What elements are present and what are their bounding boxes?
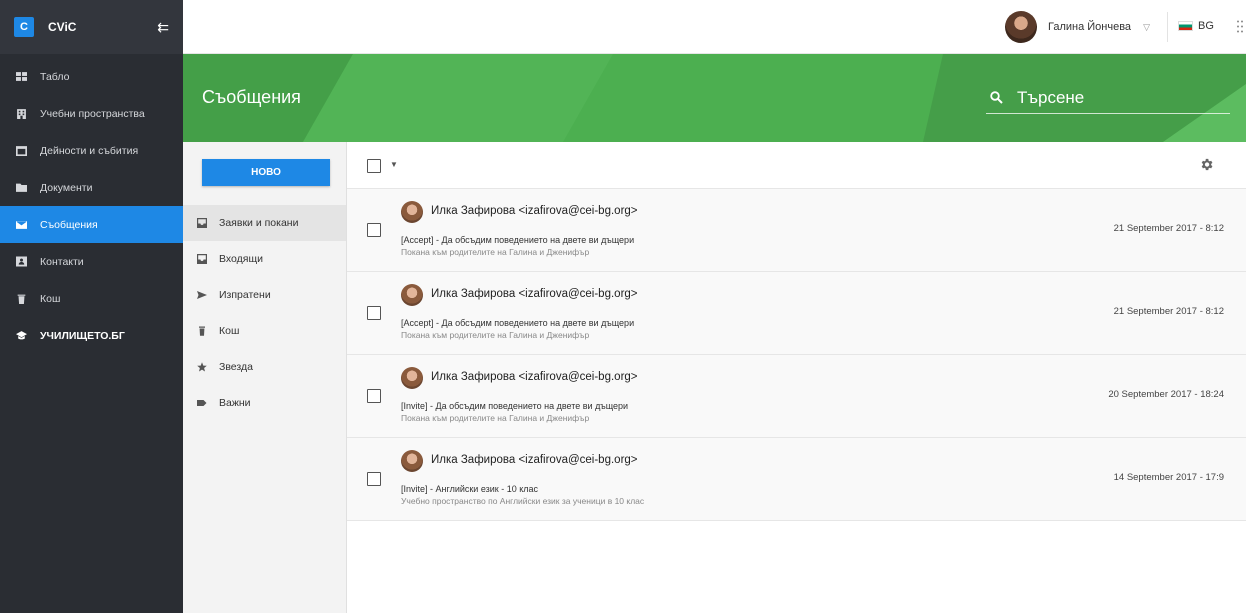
sidebar-item-label: Контакти — [40, 255, 84, 268]
trash-icon — [12, 293, 30, 304]
message-sender: Илка Зафирова <izafirova@cei-bg.org> — [431, 371, 638, 383]
new-message-button[interactable]: НОВО — [202, 159, 330, 186]
message-preview: Учебно пространство по Английски език за… — [401, 496, 645, 506]
message-list: ▼ Илка Зафирова <izafirova@cei-bg.org> [… — [347, 142, 1246, 613]
folder-label: Кош — [219, 325, 240, 337]
message-subject: [Invite] - Да обсъдим поведението на две… — [401, 401, 629, 411]
message-checkbox[interactable] — [367, 223, 381, 237]
sender-avatar — [401, 201, 423, 223]
message-sender: Илка Зафирова <izafirova@cei-bg.org> — [431, 288, 638, 300]
mail-icon — [12, 219, 30, 230]
star-icon — [195, 362, 209, 372]
search-icon[interactable] — [990, 91, 1003, 104]
page-banner: Съобщения — [183, 54, 1246, 142]
sidebar-item-label: УЧИЛИЩЕТО.БГ — [40, 329, 125, 342]
message-preview: Покана към родителите на Галина и Джениф… — [401, 330, 590, 340]
message-toolbar: ▼ — [347, 142, 1246, 189]
folder-label: Звезда — [219, 361, 253, 373]
message-date: 21 September 2017 - 8:12 — [1113, 306, 1224, 317]
language-label: BG — [1198, 20, 1214, 32]
folder-starred[interactable]: Звезда — [183, 349, 346, 385]
message-subject: [Invite] - Английски език - 10 клас — [401, 484, 539, 494]
bulgarian-flag-icon — [1178, 21, 1193, 31]
sender-avatar — [401, 284, 423, 306]
page-title: Съобщения — [202, 87, 301, 107]
sidebar-item-trash[interactable]: Кош — [0, 280, 183, 317]
message-preview: Покана към родителите на Галина и Джениф… — [401, 413, 590, 423]
chevron-down-icon: ▽ — [1143, 21, 1150, 32]
message-row[interactable]: Илка Зафирова <izafirova@cei-bg.org> [Ac… — [347, 272, 1246, 355]
gear-icon[interactable] — [1199, 157, 1214, 175]
language-switcher[interactable]: BG — [1178, 20, 1214, 32]
message-subject: [Accept] - Да обсъдим поведението на две… — [401, 318, 635, 328]
sender-avatar — [401, 450, 423, 472]
sidebar-item-label: Табло — [40, 70, 70, 83]
folder-panel: НОВО Заявки и покани Входящи Изпратени К… — [183, 142, 347, 613]
message-row[interactable]: Илка Зафирова <izafirova@cei-bg.org> [In… — [347, 355, 1246, 438]
message-checkbox[interactable] — [367, 306, 381, 320]
contact-card-icon — [12, 256, 30, 267]
folder-sent[interactable]: Изпратени — [183, 277, 346, 313]
message-sender: Илка Зафирова <izafirova@cei-bg.org> — [431, 205, 638, 217]
message-checkbox[interactable] — [367, 389, 381, 403]
sidebar-item-label: Документи — [40, 181, 93, 194]
divider — [1167, 12, 1168, 42]
user-name: Галина Йончева — [1048, 21, 1132, 33]
sidebar-item-label: Дейности и събития — [40, 144, 139, 157]
sidebar-item-label: Учебни пространства — [40, 107, 145, 120]
graduation-cap-icon — [12, 330, 30, 341]
dashboard-icon — [12, 71, 30, 82]
folder-label: Входящи — [219, 253, 263, 265]
sidebar: C CViC ⇇ Табло Учебни пространства Дейно… — [0, 0, 183, 613]
folder-label: Изпратени — [219, 289, 271, 301]
message-row[interactable]: Илка Зафирова <izafirova@cei-bg.org> [Ac… — [347, 189, 1246, 272]
message-date: 14 September 2017 - 17:9 — [1113, 472, 1224, 483]
sender-avatar — [401, 367, 423, 389]
sidebar-item-contacts[interactable]: Контакти — [0, 243, 183, 280]
message-preview: Покана към родителите на Галина и Джениф… — [401, 247, 590, 257]
message-checkbox[interactable] — [367, 472, 381, 486]
sidebar-item-documents[interactable]: Документи — [0, 169, 183, 206]
folder-inbox[interactable]: Входящи — [183, 241, 346, 277]
building-icon — [12, 108, 30, 119]
sidebar-header: C CViC ⇇ — [0, 0, 183, 54]
sidebar-item-activities[interactable]: Дейности и събития — [0, 132, 183, 169]
message-date: 21 September 2017 - 8:12 — [1113, 223, 1224, 234]
sidebar-item-uchilishteto[interactable]: УЧИЛИЩЕТО.БГ — [0, 317, 183, 354]
inbox-icon — [195, 254, 209, 264]
sidebar-item-dashboard[interactable]: Табло — [0, 58, 183, 95]
sidebar-item-label: Кош — [40, 292, 61, 305]
message-subject: [Accept] - Да обсъдим поведението на две… — [401, 235, 635, 245]
app-logo[interactable]: C — [14, 17, 34, 37]
label-icon — [195, 398, 209, 408]
folder-icon — [12, 182, 30, 193]
select-all-checkbox[interactable] — [367, 159, 381, 173]
trash-icon — [195, 326, 209, 336]
sidebar-item-messages[interactable]: Съобщения — [0, 206, 183, 243]
folder-trash[interactable]: Кош — [183, 313, 346, 349]
inbox-icon — [195, 218, 209, 228]
sidebar-nav: Табло Учебни пространства Дейности и съб… — [0, 54, 183, 354]
user-menu[interactable]: Галина Йончева ▽ — [1005, 11, 1150, 43]
folder-label: Заявки и покани — [219, 217, 299, 229]
search-bar — [986, 82, 1230, 114]
folder-list: Заявки и покани Входящи Изпратени Кош Зв… — [183, 205, 346, 421]
folder-important[interactable]: Важни — [183, 385, 346, 421]
top-bar: Галина Йончева ▽ BG — [183, 0, 1246, 54]
message-date: 20 September 2017 - 18:24 — [1108, 389, 1224, 400]
folder-requests-invites[interactable]: Заявки и покани — [183, 205, 346, 241]
calendar-icon — [12, 145, 30, 156]
sidebar-item-label: Съобщения — [40, 218, 98, 231]
collapse-sidebar-icon[interactable]: ⇇ — [157, 19, 169, 36]
apps-grid-icon[interactable] — [1237, 20, 1243, 37]
avatar — [1005, 11, 1037, 43]
search-input[interactable] — [1017, 87, 1217, 108]
message-sender: Илка Зафирова <izafirova@cei-bg.org> — [431, 454, 638, 466]
app-brand[interactable]: CViC — [48, 20, 157, 34]
sidebar-item-learning-spaces[interactable]: Учебни пространства — [0, 95, 183, 132]
caret-down-icon[interactable]: ▼ — [390, 160, 398, 169]
send-icon — [195, 290, 209, 300]
folder-label: Важни — [219, 397, 251, 409]
message-row[interactable]: Илка Зафирова <izafirova@cei-bg.org> [In… — [347, 438, 1246, 521]
